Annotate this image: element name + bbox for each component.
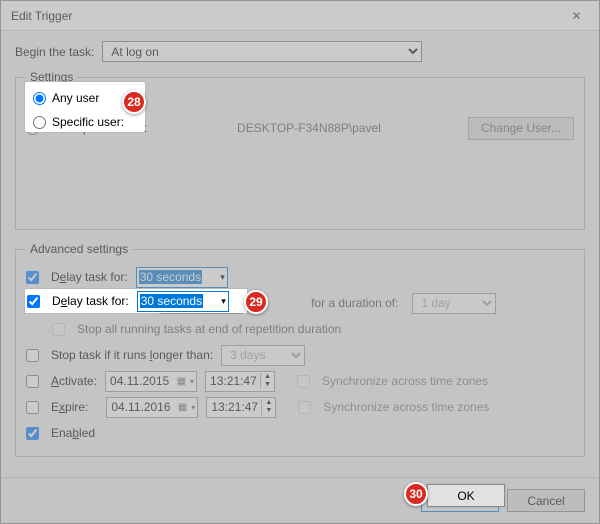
activate-time[interactable]: 13:21:47▲▼ xyxy=(205,371,275,392)
ok-button-hl[interactable]: OK xyxy=(427,484,505,507)
delay-row: Delay task for: 30 seconds ▾ xyxy=(26,264,574,290)
spin-up-icon[interactable]: ▲ xyxy=(260,373,274,381)
activate-row: Activate: 04.11.2015▦▾ 13:21:47▲▼ Synchr… xyxy=(26,368,574,394)
stop-longer-combo[interactable]: 3 days xyxy=(221,345,305,366)
change-user-button[interactable]: Change User... xyxy=(468,117,574,140)
expire-label: Expire: xyxy=(51,400,88,414)
expire-date[interactable]: 04.11.2016▦▾ xyxy=(106,397,198,418)
titlebar: Edit Trigger ✕ xyxy=(1,1,599,31)
activate-sync-label: Synchronize across time zones xyxy=(322,374,488,388)
stop-at-end-checkbox[interactable] xyxy=(52,323,65,336)
annotation-badge-30: 30 xyxy=(404,482,428,506)
activate-checkbox[interactable] xyxy=(26,375,39,388)
duration-label: for a duration of: xyxy=(311,296,398,310)
close-icon: ✕ xyxy=(571,9,581,23)
calendar-icon: ▦ xyxy=(177,376,186,387)
close-button[interactable]: ✕ xyxy=(554,1,599,31)
expire-row: Expire: 04.11.2016▦▾ 13:21:47▲▼ Synchron… xyxy=(26,394,574,420)
annotation-badge-29: 29 xyxy=(244,290,268,314)
specific-user-radio-hl[interactable] xyxy=(33,116,46,129)
edit-trigger-dialog: Edit Trigger ✕ Begin the task: At log on… xyxy=(0,0,600,524)
activate-date[interactable]: 04.11.2015▦▾ xyxy=(105,371,197,392)
delay-combo[interactable]: 30 seconds ▾ xyxy=(136,267,228,288)
expire-checkbox[interactable] xyxy=(26,401,39,414)
dialog-footer: OK Cancel xyxy=(1,477,599,523)
expire-time[interactable]: 13:21:47▲▼ xyxy=(206,397,276,418)
delay-combo-hl[interactable]: 30 seconds ▾ xyxy=(137,291,229,312)
begin-task-row: Begin the task: At log on xyxy=(15,41,585,62)
specific-user-value: DESKTOP-F34N88P\pavel xyxy=(237,121,381,135)
stop-longer-checkbox[interactable] xyxy=(26,349,39,362)
stop-at-end-row: Stop all running tasks at end of repetit… xyxy=(52,316,574,342)
highlight-delay-area: Delay task for: 30 seconds ▾ xyxy=(25,289,247,313)
delay-checkbox-hl[interactable] xyxy=(27,295,40,308)
begin-task-select[interactable]: At log on xyxy=(102,41,422,62)
delay-label: Delay task for: xyxy=(51,270,128,284)
duration-combo[interactable]: 1 day xyxy=(412,293,496,314)
chevron-down-icon: ▾ xyxy=(190,377,194,386)
window-title: Edit Trigger xyxy=(11,9,72,23)
advanced-legend: Advanced settings xyxy=(26,242,132,256)
delay-value: 30 seconds xyxy=(139,270,202,284)
any-user-radio-hl[interactable] xyxy=(33,92,46,105)
chevron-down-icon: ▾ xyxy=(220,272,225,283)
begin-task-label: Begin the task: xyxy=(15,45,94,59)
activate-sync-checkbox[interactable] xyxy=(297,375,310,388)
spin-up-icon[interactable]: ▲ xyxy=(261,399,275,407)
expire-sync-label: Synchronize across time zones xyxy=(323,400,489,414)
advanced-group: Advanced settings Delay task for: 30 sec… xyxy=(15,242,585,457)
cancel-button[interactable]: Cancel xyxy=(507,489,585,512)
chevron-down-icon: ▾ xyxy=(221,296,226,307)
stop-at-end-label: Stop all running tasks at end of repetit… xyxy=(77,322,341,336)
spin-down-icon[interactable]: ▼ xyxy=(260,381,274,389)
activate-label: Activate: xyxy=(51,374,97,388)
highlight-ok-area: OK xyxy=(427,484,505,507)
expire-sync-checkbox[interactable] xyxy=(298,401,311,414)
annotation-badge-28: 28 xyxy=(122,90,146,114)
enabled-checkbox[interactable] xyxy=(26,427,39,440)
enabled-row: Enabled xyxy=(26,420,574,446)
delay-checkbox[interactable] xyxy=(26,271,39,284)
calendar-icon: ▦ xyxy=(178,402,187,413)
spin-down-icon[interactable]: ▼ xyxy=(261,407,275,415)
enabled-label: Enabled xyxy=(51,426,95,440)
stop-longer-row: Stop task if it runs longer than: 3 days xyxy=(26,342,574,368)
chevron-down-icon: ▾ xyxy=(191,403,195,412)
stop-longer-label: Stop task if it runs longer than: xyxy=(51,348,213,362)
